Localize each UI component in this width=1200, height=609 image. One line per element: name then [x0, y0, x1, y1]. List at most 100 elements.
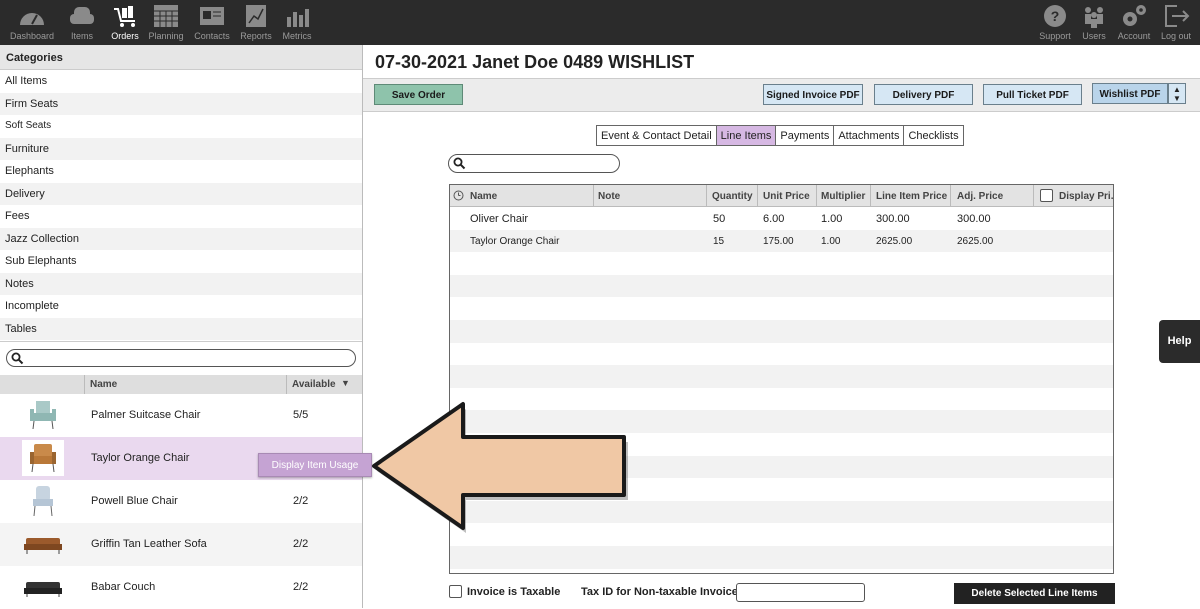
category-item[interactable]: Notes — [0, 272, 362, 295]
category-item[interactable]: Jazz Collection — [0, 227, 362, 250]
column-quantity[interactable]: Quantity — [712, 191, 753, 202]
product-search-input[interactable] — [6, 349, 356, 367]
column-multiplier[interactable]: Multiplier — [821, 191, 865, 202]
annotation-arrow — [372, 402, 628, 533]
category-list: All Items Firm Seats Soft Seats Furnitur… — [0, 70, 362, 342]
svg-text:?: ? — [1051, 8, 1060, 24]
display-item-usage-button[interactable]: Display Item Usage — [258, 453, 372, 477]
question-icon: ? — [1044, 5, 1066, 27]
help-button[interactable]: Help — [1159, 320, 1200, 363]
category-item[interactable]: Firm Seats — [0, 92, 362, 115]
cell-multiplier: 1.00 — [821, 235, 841, 247]
tax-id-input[interactable] — [736, 583, 865, 602]
nav-reports[interactable]: Reports — [237, 0, 275, 45]
line-item-search-input[interactable] — [448, 154, 620, 173]
gauge-icon — [20, 13, 44, 25]
armchair-icon — [70, 7, 94, 24]
nav-items[interactable]: Items — [64, 0, 100, 45]
contact-card-icon — [200, 7, 224, 25]
clock-icon[interactable] — [453, 190, 464, 201]
column-divider — [1033, 185, 1034, 207]
column-display-price[interactable]: Display Pri... — [1059, 191, 1113, 202]
product-row[interactable]: Babar Couch 2/2 — [0, 566, 362, 609]
display-price-checkbox[interactable] — [1040, 189, 1053, 202]
product-table-header: Name Available ▼ — [0, 375, 362, 394]
nav-account[interactable]: Account — [1114, 0, 1154, 45]
chair-thumbnail — [22, 440, 64, 476]
category-item[interactable]: Furniture — [0, 137, 362, 160]
nav-orders[interactable]: Orders — [106, 0, 144, 45]
pull-ticket-pdf-button[interactable]: Pull Ticket PDF — [983, 84, 1082, 105]
cell-multiplier: 1.00 — [821, 213, 843, 225]
category-item[interactable]: Tables — [0, 317, 362, 340]
logout-icon — [1165, 5, 1190, 27]
table-header: Name Note Quantity Unit Price Multiplier… — [450, 185, 1113, 207]
save-order-button[interactable]: Save Order — [374, 84, 463, 105]
empty-row — [450, 252, 1113, 275]
tab-line-items[interactable]: Line Items — [716, 126, 777, 145]
column-available[interactable]: Available — [292, 379, 336, 390]
column-name[interactable]: Name — [470, 191, 497, 202]
nav-metrics[interactable]: Metrics — [279, 0, 315, 45]
nav-contacts[interactable]: Contacts — [191, 0, 233, 45]
nav-planning[interactable]: Planning — [146, 0, 186, 45]
column-adj-price[interactable]: Adj. Price — [957, 191, 1003, 202]
table-row[interactable]: Oliver Chair 50 6.00 1.00 300.00 300.00 — [450, 207, 1113, 230]
page-title: 07-30-2021 Janet Doe 0489 WISHLIST — [375, 52, 695, 72]
tab-checklists[interactable]: Checklists — [904, 126, 963, 145]
pdf-options-stepper[interactable]: ▲ ▼ — [1168, 83, 1186, 104]
cell-unit-price: 175.00 — [763, 235, 794, 247]
product-available: 2/2 — [293, 495, 309, 507]
product-name: Palmer Suitcase Chair — [91, 409, 201, 421]
product-row[interactable]: Palmer Suitcase Chair 5/5 — [0, 394, 362, 437]
column-name[interactable]: Name — [90, 379, 117, 390]
cell-line-item-price: 2625.00 — [876, 235, 913, 247]
nav-logout[interactable]: Log out — [1157, 0, 1195, 45]
signed-invoice-pdf-button[interactable]: Signed Invoice PDF — [763, 84, 863, 105]
tab-event-contact-detail[interactable]: Event & Contact Detail — [597, 126, 717, 145]
category-item[interactable]: All Items — [0, 70, 362, 93]
sort-down-icon[interactable]: ▼ — [341, 378, 350, 388]
category-item[interactable]: Incomplete — [0, 295, 362, 318]
column-divider — [593, 185, 594, 207]
delete-selected-line-items-button[interactable]: Delete Selected Line Items — [954, 583, 1115, 604]
tab-payments[interactable]: Payments — [776, 126, 835, 145]
empty-row — [450, 319, 1113, 343]
category-item[interactable]: Delivery — [0, 182, 362, 205]
product-name: Powell Blue Chair — [91, 495, 178, 507]
empty-row — [450, 365, 1113, 388]
column-divider — [84, 375, 85, 394]
category-item[interactable]: Soft Seats — [0, 115, 362, 138]
nav-users[interactable]: Users — [1077, 0, 1111, 45]
cell-line-item-price: 300.00 — [876, 213, 910, 225]
invoice-taxable-label: Invoice is Taxable — [467, 586, 561, 598]
wishlist-pdf-button[interactable]: Wishlist PDF — [1092, 83, 1168, 104]
gears-icon — [1123, 5, 1146, 26]
category-item[interactable]: Fees — [0, 205, 362, 228]
table-row[interactable]: Taylor Orange Chair 15 175.00 1.00 2625.… — [450, 229, 1113, 253]
sofa-thumbnail — [24, 538, 62, 554]
category-item[interactable]: Sub Elephants — [0, 250, 362, 273]
cell-quantity: 50 — [713, 213, 726, 225]
nav-support[interactable]: ? Support — [1036, 0, 1074, 45]
cell-quantity: 15 — [713, 235, 725, 247]
delivery-pdf-button[interactable]: Delivery PDF — [874, 84, 973, 105]
cell-name: Oliver Chair — [470, 213, 529, 225]
sidebar: Categories All Items Firm Seats Soft Sea… — [0, 45, 363, 608]
product-row[interactable]: Powell Blue Chair 2/2 — [0, 480, 362, 523]
empty-row — [450, 297, 1113, 320]
column-divider — [706, 185, 707, 207]
calendar-icon — [154, 5, 178, 27]
product-row[interactable]: Griffin Tan Leather Sofa 2/2 — [0, 523, 362, 566]
invoice-taxable-checkbox[interactable] — [449, 585, 462, 598]
nav-dashboard[interactable]: Dashboard — [6, 0, 58, 45]
product-name: Griffin Tan Leather Sofa — [91, 538, 207, 550]
product-name: Taylor Orange Chair — [91, 452, 190, 464]
column-line-item-price[interactable]: Line Item Price — [876, 191, 947, 202]
cell-adj-price: 2625.00 — [957, 235, 994, 247]
category-item[interactable]: Elephants — [0, 160, 362, 183]
column-unit-price[interactable]: Unit Price — [763, 191, 810, 202]
cell-unit-price: 6.00 — [763, 213, 785, 225]
column-note[interactable]: Note — [598, 191, 620, 202]
tab-attachments[interactable]: Attachments — [834, 126, 905, 145]
